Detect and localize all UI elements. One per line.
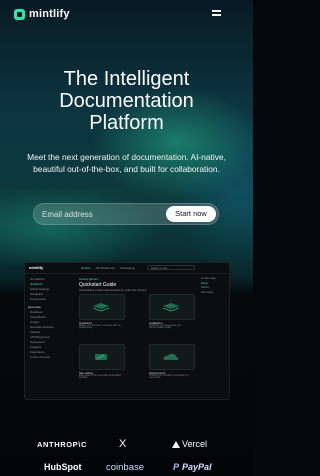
paypal-wordmark: PayPal — [182, 462, 212, 472]
preview-card-text: Edit content in the web editor and publi… — [79, 375, 122, 379]
preview-sidebar-item: Components — [30, 297, 46, 301]
product-preview-screenshot: mintlify Guides API Reference Changelog … — [24, 262, 230, 400]
vercel-wordmark: Vercel — [182, 439, 208, 449]
cloud-icon — [163, 353, 179, 360]
brand-logo[interactable]: mintlify — [14, 8, 70, 20]
preview-tabs: Guides API Reference Changelog — [81, 266, 135, 270]
preview-toc-item: Next steps — [201, 290, 214, 294]
preview-tab: API Reference — [95, 266, 116, 270]
stack-icon — [92, 303, 110, 312]
pencil-icon — [95, 354, 107, 360]
landing-page: mintlify The Intelligent Documentation P… — [0, 0, 253, 476]
preview-sidebar: Get Started Quickstart Global Settings N… — [28, 277, 72, 360]
stack-icon — [162, 303, 180, 312]
hero-title: The Intelligent Documentation Platform — [59, 68, 194, 134]
preview-sidebar-item: Custom Domain — [30, 355, 51, 359]
preview-breadcrumb: Getting Started — [79, 277, 98, 281]
preview-card-text: Connect your repository and deploy on ev… — [149, 375, 189, 379]
preview-topbar: mintlify Guides API Reference Changelog … — [25, 263, 229, 274]
preview-tab: Guides — [81, 266, 91, 270]
preview-heading: Quickstart Guide — [79, 282, 117, 288]
preview-card — [149, 344, 195, 370]
preview-search: Search or ask... — [147, 265, 195, 270]
preview-card — [149, 294, 195, 320]
email-field[interactable] — [42, 208, 152, 221]
vercel-logo: Vercel — [172, 439, 207, 449]
preview-card — [79, 294, 125, 320]
x-logo: X — [119, 438, 127, 450]
preview-card-text: Deploy your first docs in minutes with o… — [79, 325, 121, 329]
preview-toc: On this page Setup Deploy Next steps — [201, 277, 227, 295]
anthropic-logo: ANTHROP\C — [37, 440, 87, 449]
preview-main: Getting Started Quickstart Guide Start b… — [79, 277, 195, 379]
hero-subtitle: Meet the next generation of documentatio… — [27, 152, 226, 174]
hamburger-icon[interactable] — [212, 10, 221, 17]
preview-brand: mintlify — [29, 265, 44, 270]
preview-tab: Changelog — [120, 266, 135, 270]
paypal-icon: P — [173, 462, 180, 472]
signup-form: Start now — [33, 203, 219, 225]
mintlify-logo-icon — [14, 8, 25, 20]
coinbase-logo: coinbase — [106, 462, 145, 473]
preview-description: Start building modern documentation in u… — [79, 289, 147, 292]
preview-card — [79, 344, 125, 370]
hubspot-logo: HubSpot — [44, 462, 82, 472]
paypal-logo: P PayPal — [173, 462, 212, 472]
start-now-button[interactable]: Start now — [166, 206, 216, 222]
vercel-triangle-icon — [172, 440, 180, 448]
top-nav: mintlify — [0, 0, 253, 30]
preview-card-text: Install the CLI and preview your documen… — [149, 325, 182, 329]
brand-name: mintlify — [29, 8, 70, 20]
